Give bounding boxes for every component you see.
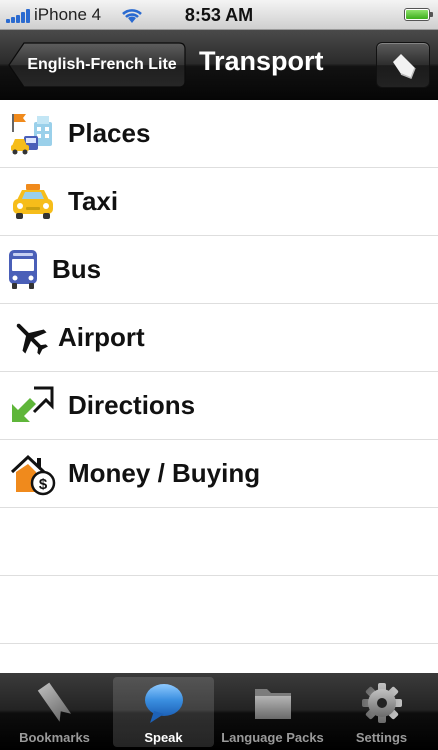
tab-label: Language Packs bbox=[221, 730, 324, 745]
list-item-label: Taxi bbox=[68, 186, 119, 216]
back-button-label: English-French Lite bbox=[27, 56, 177, 73]
category-list: Places Taxi Bus Airport Directions $ Mon… bbox=[0, 100, 438, 681]
tab-bookmarks[interactable]: Bookmarks bbox=[0, 673, 109, 750]
directions-arrow-icon bbox=[12, 386, 54, 422]
list-item-label: Directions bbox=[68, 390, 196, 420]
list-item-airport[interactable]: Airport bbox=[0, 304, 438, 372]
tab-label: Speak bbox=[144, 730, 183, 745]
list-item-label: Places bbox=[68, 118, 151, 148]
taxi-icon bbox=[13, 184, 53, 219]
bookmark-icon bbox=[37, 682, 71, 722]
edit-button[interactable] bbox=[376, 42, 430, 88]
wifi-icon bbox=[122, 9, 142, 23]
status-bar: iPhone 4 8:53 AM bbox=[0, 0, 438, 30]
empty-row bbox=[0, 576, 438, 644]
carrier-name: iPhone 4 bbox=[34, 5, 102, 24]
tab-speak[interactable]: Speak bbox=[109, 673, 218, 750]
list-item-bus[interactable]: Bus bbox=[0, 236, 438, 304]
navigation-bar: English-French Lite Transport bbox=[0, 30, 438, 100]
page-title: Transport bbox=[199, 46, 324, 76]
tab-label: Bookmarks bbox=[19, 730, 90, 745]
list-item-directions[interactable]: Directions bbox=[0, 372, 438, 440]
speech-bubble-icon bbox=[144, 684, 183, 723]
list-item-taxi[interactable]: Taxi bbox=[0, 168, 438, 236]
folder-icon bbox=[254, 689, 291, 719]
pencil-icon bbox=[393, 54, 416, 79]
airplane-icon bbox=[16, 323, 48, 355]
tab-label: Settings bbox=[355, 730, 408, 745]
svg-text:$: $ bbox=[39, 476, 48, 493]
signal-strength-icon bbox=[6, 9, 32, 23]
list-item-money-buying[interactable]: $ Money / Buying bbox=[0, 440, 438, 508]
list-item-label: Money / Buying bbox=[68, 458, 261, 488]
battery-icon bbox=[404, 8, 433, 21]
tab-language-packs[interactable]: Language Packs bbox=[218, 673, 327, 750]
list-item-places[interactable]: Places bbox=[0, 100, 438, 168]
list-item-label: Airport bbox=[58, 322, 145, 352]
bus-icon bbox=[9, 250, 37, 289]
gear-icon bbox=[361, 683, 402, 723]
tab-settings[interactable]: Settings bbox=[327, 673, 436, 750]
list-item-label: Bus bbox=[52, 254, 102, 284]
places-icon bbox=[11, 114, 52, 155]
empty-row bbox=[0, 508, 438, 576]
money-house-icon: $ bbox=[10, 454, 56, 496]
tab-bar: Bookmarks Speak Language Packs Settings bbox=[0, 673, 438, 750]
back-button[interactable]: English-French Lite bbox=[8, 42, 186, 88]
